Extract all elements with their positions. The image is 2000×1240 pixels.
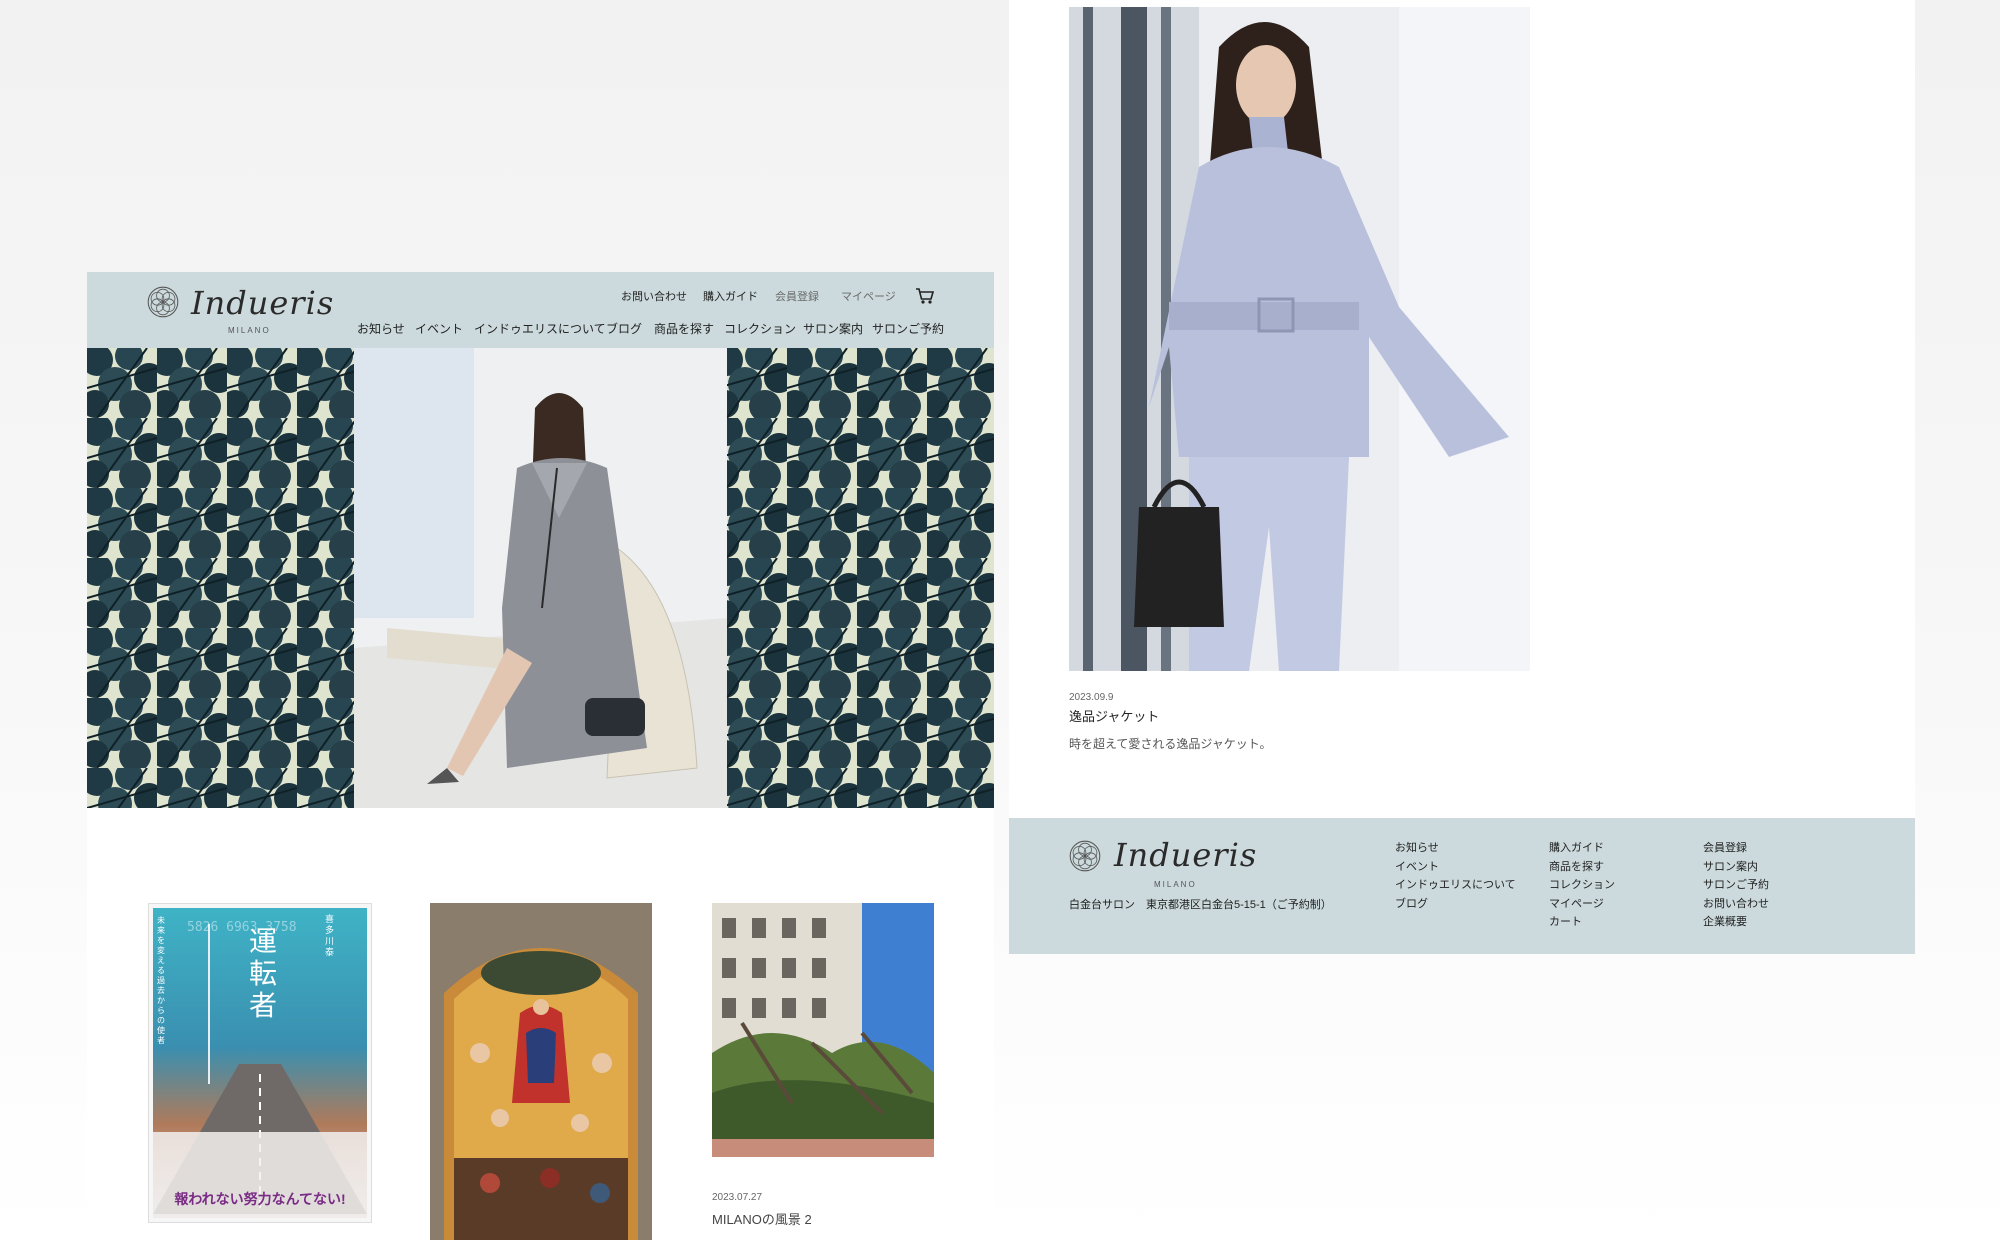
footer-address: 白金台サロン 東京都港区白金台5-15-1（ご予約制） (1069, 899, 1332, 911)
brand-subtitle: MILANO (228, 326, 271, 335)
feature-date: 2023.09.9 (1069, 692, 1114, 703)
footer-link-about[interactable]: インドゥエリスについて (1395, 876, 1516, 895)
milano-street-image (712, 903, 934, 1157)
register-link[interactable]: 会員登録 (775, 288, 819, 304)
mypage-link[interactable]: マイページ (841, 288, 896, 304)
book-cover-title: 運転者 (249, 925, 278, 1022)
nav-events[interactable]: イベント (415, 320, 463, 337)
footer-link-products[interactable]: 商品を探す (1549, 858, 1615, 877)
feature-image[interactable] (1069, 7, 1530, 671)
post-date: 2023.07.27 (712, 1192, 763, 1203)
footer-link-register[interactable]: 会員登録 (1703, 839, 1769, 858)
footer-logo-mark-icon[interactable] (1069, 840, 1101, 872)
footer-column-1: お知らせ イベント インドゥエリスについて ブログ (1395, 839, 1516, 913)
footer-link-cart[interactable]: カート (1549, 913, 1615, 932)
site-footer: Indueris MILANO 白金台サロン 東京都港区白金台5-15-1（ご予… (1009, 818, 1915, 954)
hero-image (87, 348, 994, 808)
blog-card-milano[interactable] (712, 903, 934, 1157)
cart-icon[interactable] (915, 287, 935, 305)
footer-link-collection[interactable]: コレクション (1549, 876, 1615, 895)
nav-about[interactable]: インドゥエリスについて (474, 320, 606, 337)
book-cover-numbers: 5826 6963 3758 (187, 920, 297, 935)
footer-link-contact[interactable]: お問い合わせ (1703, 895, 1769, 914)
footer-link-blog[interactable]: ブログ (1395, 895, 1516, 914)
footer-link-company[interactable]: 企業概要 (1703, 913, 1769, 932)
feature-description: 時を超えて愛される逸品ジャケット。 (1069, 737, 1272, 751)
feature-title[interactable]: 逸品ジャケット (1069, 706, 1159, 725)
book-cover-blurb: 報われない努力なんてない! (174, 1191, 346, 1207)
footer-brand-logo[interactable]: Indueris (1114, 836, 1257, 874)
blog-card-painting[interactable] (430, 903, 652, 1240)
nav-products[interactable]: 商品を探す (654, 320, 714, 337)
blog-card-book[interactable]: 運転者 喜多川泰 未来を変える過去からの使者 5826 6963 3758 報わ… (148, 903, 372, 1223)
post-title[interactable]: MILANOの風景 2 (712, 1209, 812, 1228)
nav-blog[interactable]: ブログ (606, 320, 642, 337)
footer-column-2: 購入ガイド 商品を探す コレクション マイページ カート (1549, 839, 1615, 932)
contact-link[interactable]: お問い合わせ (621, 288, 687, 304)
nav-news[interactable]: お知らせ (357, 320, 405, 337)
homepage-preview: Indueris MILANO お問い合わせ 購入ガイド 会員登録 マイページ … (87, 272, 994, 1240)
nav-collection[interactable]: コレクション (724, 320, 796, 337)
article-page-preview: 2023.09.9 逸品ジャケット 時を超えて愛される逸品ジャケット。 Indu… (1009, 0, 1915, 954)
nav-salon[interactable]: サロン案内 (803, 320, 863, 337)
site-header: Indueris MILANO お問い合わせ 購入ガイド 会員登録 マイページ … (87, 272, 994, 348)
painting-image (430, 903, 652, 1240)
footer-link-news[interactable]: お知らせ (1395, 839, 1516, 858)
logo-mark-icon[interactable] (147, 286, 179, 318)
footer-link-mypage[interactable]: マイページ (1549, 895, 1615, 914)
footer-link-purchase-guide[interactable]: 購入ガイド (1549, 839, 1615, 858)
book-cover-tagline: 未来を変える過去からの使者 (157, 916, 165, 1045)
purchase-guide-link[interactable]: 購入ガイド (703, 288, 758, 304)
brand-logo[interactable]: Indueris (191, 284, 334, 322)
footer-link-reservation[interactable]: サロンご予約 (1703, 876, 1769, 895)
footer-link-events[interactable]: イベント (1395, 858, 1516, 877)
nav-reservation[interactable]: サロンご予約 (872, 320, 944, 337)
footer-brand-subtitle: MILANO (1154, 880, 1197, 889)
footer-column-3: 会員登録 サロン案内 サロンご予約 お問い合わせ 企業概要 (1703, 839, 1769, 932)
footer-link-salon[interactable]: サロン案内 (1703, 858, 1769, 877)
